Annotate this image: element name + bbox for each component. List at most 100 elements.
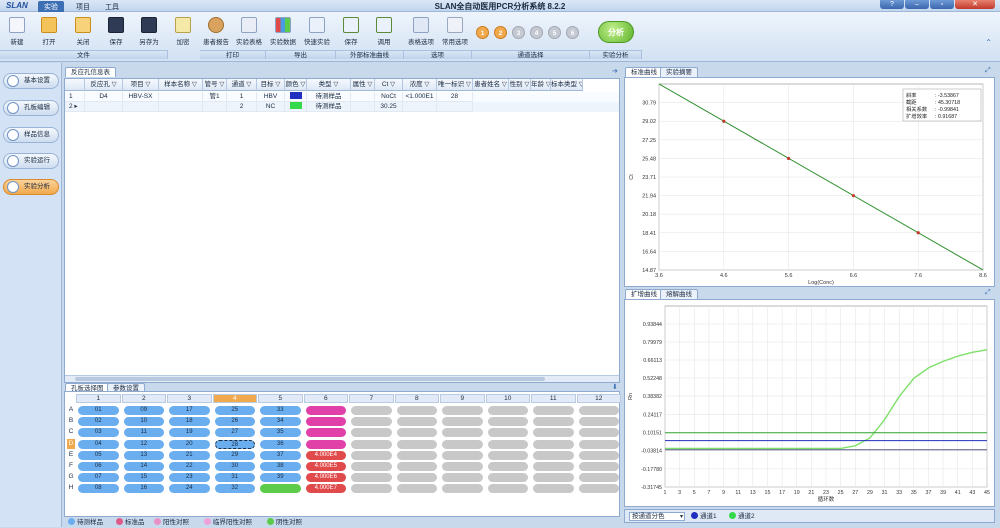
- plate-well[interactable]: 19: [169, 428, 210, 438]
- column-header[interactable]: Ct ▽: [375, 79, 403, 91]
- plate-well[interactable]: [442, 462, 483, 471]
- plate-well[interactable]: [351, 439, 392, 449]
- plate-well[interactable]: [396, 428, 437, 438]
- plate-well[interactable]: 37: [260, 450, 301, 460]
- plate-well[interactable]: [533, 450, 574, 460]
- column-header[interactable]: 年龄 ▽: [531, 79, 551, 91]
- plate-well[interactable]: 17: [169, 406, 210, 415]
- close-button[interactable]: 关闭: [68, 14, 98, 52]
- color-mode-select[interactable]: 按通道分色 ▾: [629, 512, 685, 521]
- channel-6-button[interactable]: 6: [566, 26, 579, 39]
- plate-well[interactable]: [487, 484, 528, 494]
- tab-melting-curve[interactable]: 熔解曲线: [660, 289, 698, 299]
- plate-well[interactable]: [396, 406, 437, 415]
- plate-well[interactable]: [442, 450, 483, 460]
- save-as-button[interactable]: 另存为: [134, 14, 164, 52]
- plate-well[interactable]: 30: [214, 462, 255, 471]
- plate-well[interactable]: [396, 450, 437, 460]
- plate-well[interactable]: 35: [260, 428, 301, 438]
- plate-well[interactable]: 34: [260, 417, 301, 427]
- table-options-button[interactable]: 表格选项: [406, 14, 436, 52]
- plate-well[interactable]: 23: [169, 473, 210, 483]
- plate-well[interactable]: [351, 428, 392, 438]
- standard-point[interactable]: [851, 194, 855, 198]
- curve-save-button[interactable]: 保存: [336, 14, 366, 52]
- plate-well[interactable]: [578, 462, 619, 471]
- plate-well[interactable]: [305, 439, 346, 449]
- plate-row-header[interactable]: D: [67, 438, 75, 449]
- tab-standard-curve[interactable]: 标准曲线: [625, 67, 663, 77]
- plate-well[interactable]: 32: [214, 484, 255, 494]
- save-button[interactable]: 保存: [101, 14, 131, 52]
- plate-well[interactable]: [351, 450, 392, 460]
- tab-amplification-curve[interactable]: 扩增曲线: [625, 289, 663, 299]
- tab-reaction-table[interactable]: 反应孔信息表: [65, 67, 116, 77]
- plate-column-header[interactable]: 4: [212, 394, 257, 403]
- sidebar-item-run[interactable]: 实验运行: [3, 153, 59, 169]
- plate-well[interactable]: [396, 417, 437, 427]
- plate-well[interactable]: [305, 417, 346, 427]
- plate-well[interactable]: [533, 428, 574, 438]
- help-button[interactable]: ?: [880, 0, 904, 9]
- plate-well[interactable]: [487, 428, 528, 438]
- plate-well[interactable]: [351, 484, 392, 494]
- plate-well[interactable]: [487, 473, 528, 483]
- common-options-button[interactable]: 常用选项: [440, 14, 470, 52]
- tab-experiment-summary[interactable]: 实验摘要: [660, 67, 698, 77]
- plate-column-header[interactable]: 8: [394, 394, 439, 403]
- plate-well[interactable]: [578, 473, 619, 483]
- plate-column-header[interactable]: 12: [576, 394, 621, 403]
- column-header[interactable]: 标本类型 ▽: [551, 79, 583, 91]
- plate-well[interactable]: [442, 439, 483, 449]
- plate-row-header[interactable]: B: [67, 416, 75, 426]
- plate-well[interactable]: [396, 462, 437, 471]
- plate-well[interactable]: 28: [214, 439, 255, 449]
- plate-well[interactable]: 01: [78, 406, 119, 415]
- channel-1-button[interactable]: 1: [476, 26, 489, 39]
- plate-column-header[interactable]: 11: [531, 394, 576, 403]
- plate-column-header[interactable]: 1: [76, 394, 121, 403]
- open-button[interactable]: 打开: [34, 14, 64, 52]
- column-header[interactable]: 项目 ▽: [123, 79, 159, 91]
- plate-well[interactable]: [396, 484, 437, 494]
- plate-well[interactable]: 08: [78, 484, 119, 494]
- plate-well[interactable]: 09: [123, 406, 164, 415]
- plate-column-header[interactable]: 2: [121, 394, 166, 403]
- plate-well[interactable]: 27: [214, 428, 255, 438]
- curve-load-button[interactable]: 调用: [369, 14, 399, 52]
- plate-well[interactable]: [351, 473, 392, 483]
- plate-well[interactable]: 07: [78, 473, 119, 483]
- plate-well[interactable]: 04: [78, 439, 119, 449]
- sidebar-item-analysis[interactable]: 实验分析: [3, 179, 59, 195]
- plate-well[interactable]: 31: [214, 473, 255, 483]
- plate-well[interactable]: [578, 417, 619, 427]
- plate-well[interactable]: [533, 417, 574, 427]
- plate-column-header[interactable]: 10: [485, 394, 530, 403]
- plate-well[interactable]: [578, 428, 619, 438]
- column-header[interactable]: 颜色 ▽: [285, 79, 307, 91]
- plate-well[interactable]: 14: [123, 462, 164, 471]
- plate-well[interactable]: [442, 406, 483, 415]
- plate-well[interactable]: [351, 406, 392, 415]
- plate-column-header[interactable]: 9: [440, 394, 485, 403]
- plate-well[interactable]: [351, 417, 392, 427]
- channel-2-button[interactable]: 2: [494, 26, 507, 39]
- plate-well[interactable]: 25: [214, 406, 255, 415]
- sidebar-item-basic-settings[interactable]: 基本设置: [3, 73, 59, 89]
- plate-well[interactable]: [578, 439, 619, 449]
- column-header[interactable]: 唯一标识 ▽: [437, 79, 473, 91]
- plate-well[interactable]: 4.000E6: [305, 473, 346, 483]
- plate-well[interactable]: 22: [169, 462, 210, 471]
- plate-well[interactable]: 12: [123, 439, 164, 449]
- expand-amp-chart-icon[interactable]: ⤢: [985, 289, 991, 297]
- new-button[interactable]: 新建: [2, 14, 32, 52]
- plate-well[interactable]: [305, 428, 346, 438]
- plate-well[interactable]: 11: [123, 428, 164, 438]
- channel-3-button[interactable]: 3: [512, 26, 525, 39]
- table-row[interactable]: 2 ▸ 2 NC 待测样品 30.25: [65, 102, 619, 112]
- plate-well[interactable]: [533, 462, 574, 471]
- sidebar-item-plate-edit[interactable]: 孔板编辑: [3, 100, 59, 116]
- plate-well[interactable]: 39: [260, 473, 301, 483]
- plate-well[interactable]: [578, 406, 619, 415]
- plate-well[interactable]: [442, 417, 483, 427]
